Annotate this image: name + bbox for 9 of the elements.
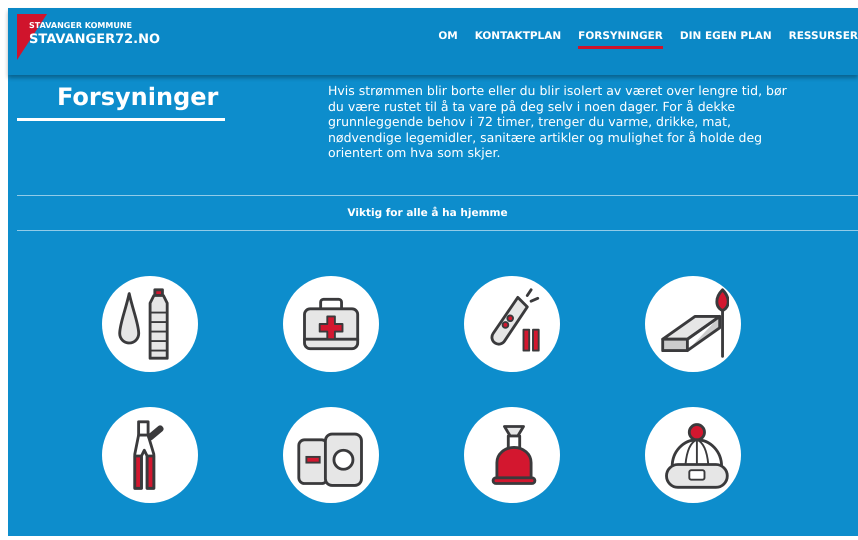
nav-link[interactable]: KONTAKTPLAN [474, 30, 562, 49]
nav-link[interactable]: FORSYNINGER [578, 30, 663, 49]
intro-text: Hvis strømmen blir borte eller du blir isolert av været over lengre tid, bør du være rustet til å ta vare på deg selv i noen dager. For å dekke grunnleggende behov i 72 timer, trenger du varme, drikke, mat, nødvendige legemidler, sanitære artikler og mulighet for å holde deg orientert om hva som skjer. [328, 83, 788, 162]
site-name[interactable]: STAVANGER72.NO [29, 32, 160, 47]
section-heading: Viktig for alle å ha hjemme [347, 207, 509, 219]
nav-link[interactable]: DIN EGEN PLAN [680, 30, 772, 49]
nav-link[interactable]: RESSURSER [788, 30, 858, 49]
nav-link[interactable]: OM [438, 30, 458, 49]
page-title: Forsyninger [17, 83, 225, 121]
